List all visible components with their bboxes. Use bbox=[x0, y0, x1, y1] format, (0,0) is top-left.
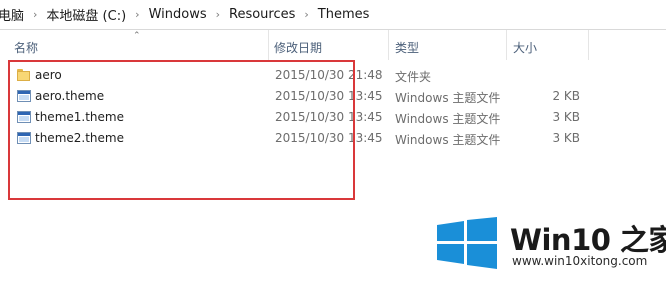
watermark-url: www.win10xitong.com bbox=[512, 254, 648, 268]
breadcrumb: 电脑 › 本地磁盘 (C:) › Windows › Resources › T… bbox=[0, 0, 666, 30]
file-size: 3 KB bbox=[552, 110, 580, 124]
column-divider[interactable] bbox=[268, 30, 269, 60]
file-type: Windows 主题文件 bbox=[395, 91, 501, 105]
file-type: Windows 主题文件 bbox=[395, 133, 501, 147]
breadcrumb-item-resources[interactable]: Resources bbox=[229, 7, 295, 22]
column-header: ⌃ 名称 修改日期 类型 大小 bbox=[0, 30, 666, 60]
file-size: 3 KB bbox=[552, 131, 580, 145]
sort-ascending-icon: ⌃ bbox=[133, 31, 141, 41]
column-divider[interactable] bbox=[588, 30, 589, 60]
column-header-type[interactable]: 类型 bbox=[395, 39, 419, 56]
highlight-box bbox=[8, 60, 355, 200]
file-type: 文件夹 bbox=[395, 70, 432, 84]
chevron-right-icon[interactable]: › bbox=[216, 8, 220, 21]
breadcrumb-item-drive[interactable]: 本地磁盘 (C:) bbox=[46, 5, 126, 24]
windows-logo-icon bbox=[437, 217, 497, 269]
column-header-date[interactable]: 修改日期 bbox=[274, 39, 322, 56]
column-header-name[interactable]: 名称 bbox=[14, 39, 38, 56]
column-header-size[interactable]: 大小 bbox=[513, 39, 537, 56]
breadcrumb-item-themes[interactable]: Themes bbox=[318, 7, 370, 22]
chevron-right-icon[interactable]: › bbox=[33, 8, 37, 21]
chevron-right-icon[interactable]: › bbox=[135, 8, 139, 21]
watermark-title: Win10 之家 bbox=[510, 223, 666, 257]
breadcrumb-item-windows[interactable]: Windows bbox=[149, 7, 207, 22]
breadcrumb-item-pc[interactable]: 电脑 bbox=[0, 5, 24, 24]
column-divider[interactable] bbox=[506, 30, 507, 60]
file-type: Windows 主题文件 bbox=[395, 112, 501, 126]
chevron-right-icon[interactable]: › bbox=[304, 8, 308, 21]
file-size: 2 KB bbox=[552, 89, 580, 103]
column-divider[interactable] bbox=[388, 30, 389, 60]
